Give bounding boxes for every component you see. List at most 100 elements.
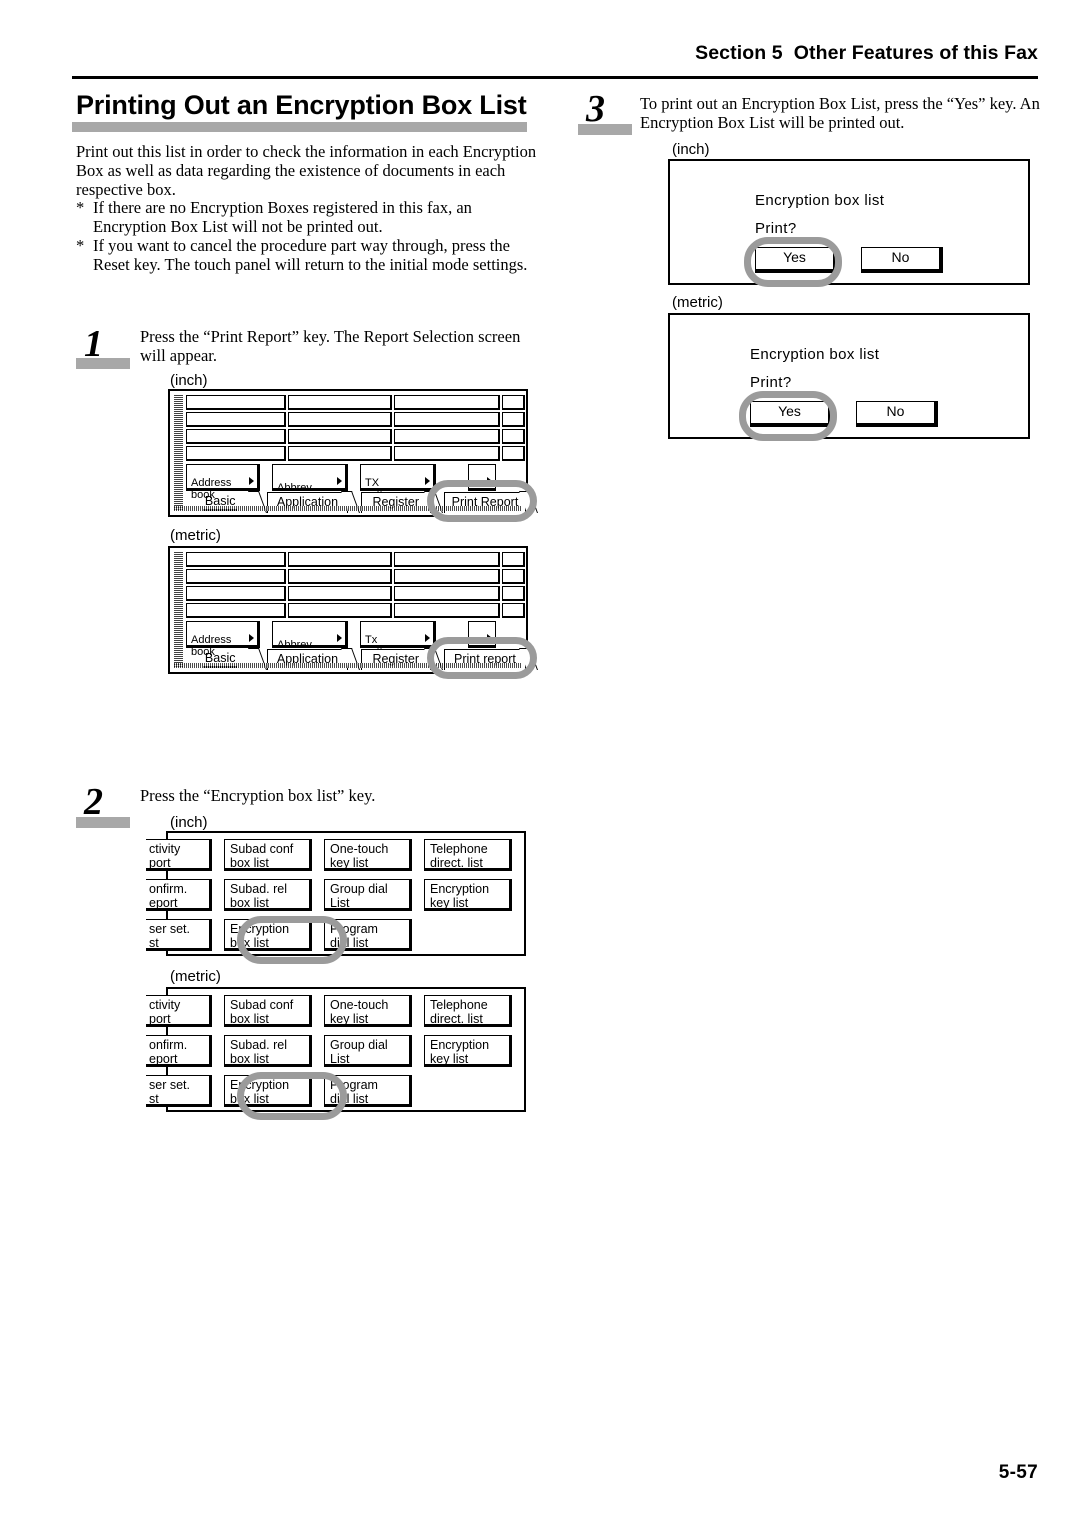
address-cell[interactable] [502,586,525,601]
address-cell[interactable] [288,429,392,444]
intro-block: Print out this list in order to check th… [76,142,538,275]
address-cell[interactable] [502,412,525,427]
telephone-direct-list-key[interactable]: Telephone direct. list [424,995,512,1027]
next-page-key[interactable] [468,464,496,491]
program-dial-list-key[interactable]: Program dial list [324,1075,412,1107]
function-key-row: Address book Abbrev. Tx setting ··· [186,621,530,658]
tx-setting-key[interactable]: TX setting [360,464,436,501]
confirm-dialog-metric[interactable]: Encryption box list Print? Yes No [668,313,1030,439]
address-cell[interactable] [288,446,392,461]
intro-bullet-1: * If there are no Encryption Boxes regis… [76,199,538,237]
address-cell[interactable] [288,552,392,567]
encryption-key-list-key[interactable]: Encryption key list [424,1035,512,1067]
address-cell[interactable] [394,569,500,584]
address-cell[interactable] [394,552,500,567]
address-cell[interactable] [288,586,392,601]
table-row [186,395,525,410]
user-set-list-key[interactable]: ser set. st [146,919,212,951]
step-1-inch-label: (inch) [170,372,208,389]
step-3-text: To print out an Encryption Box List, pre… [640,94,1040,132]
table-row [186,586,525,601]
address-cell[interactable] [502,395,525,410]
program-dial-list-key[interactable]: Program dial list [324,919,412,951]
table-row: ctivity port Subad conf box list One-tou… [146,995,512,1027]
address-cell[interactable] [502,569,525,584]
table-row [186,429,525,444]
next-page-key[interactable] [468,621,496,648]
address-cell[interactable] [502,552,525,567]
chevron-right-icon [425,477,430,485]
subad-conf-box-list-key[interactable]: Subad conf box list [224,995,312,1027]
report-selection-screen-inch[interactable]: ctivity port Subad conf box list One-tou… [146,831,526,956]
address-cell[interactable] [186,603,286,618]
confirm-dialog-inch[interactable]: Encryption box list Print? Yes No [668,159,1030,285]
address-cell[interactable] [288,395,392,410]
one-touch-key-list-key[interactable]: One-touch key list [324,839,412,871]
chevron-right-icon [487,634,492,642]
step-3-number: 3 [586,88,605,130]
step-3-metric-label: (metric) [672,294,723,311]
step-1-underline [76,358,130,369]
subad-rel-box-list-key[interactable]: Subad. rel box list [224,879,312,911]
address-cell[interactable] [502,446,525,461]
group-dial-list-key[interactable]: Group dial List [324,879,412,911]
bullet-marker: * [76,235,85,255]
report-key-grid: ctivity port Subad conf box list One-tou… [146,995,512,1107]
step-2-number: 2 [84,781,103,823]
encryption-box-list-key[interactable]: Encryption box list [224,919,312,951]
one-touch-key-list-key[interactable]: One-touch key list [324,995,412,1027]
subad-rel-box-list-key[interactable]: Subad. rel box list [224,1035,312,1067]
step-2-underline [76,817,130,828]
scrollbar-vertical[interactable] [174,552,183,668]
address-book-key[interactable]: Address book [186,621,260,658]
abbrev-key[interactable]: Abbrev. [272,464,348,494]
yes-button[interactable]: Yes [750,401,832,427]
address-cell[interactable] [394,429,500,444]
no-button[interactable]: No [856,401,938,427]
step-3-inch-label: (inch) [672,141,710,158]
dialog-list-name: Encryption box list [750,346,880,363]
address-cell[interactable] [186,586,286,601]
address-cell[interactable] [394,586,500,601]
section-header: Section 5 Other Features of this Fax [695,42,1038,64]
encryption-key-list-key[interactable]: Encryption key list [424,879,512,911]
address-cell[interactable] [186,552,286,567]
chevron-right-icon [249,477,254,485]
tx-setting-key[interactable]: Tx setting [360,621,436,658]
address-cell[interactable] [186,412,286,427]
address-cell[interactable] [186,446,286,461]
confirm-report-key[interactable]: onfirm. eport [146,879,212,911]
address-cell[interactable] [502,603,525,618]
activity-report-key[interactable]: ctivity port [146,839,212,871]
address-book-key[interactable]: Address book [186,464,260,501]
address-cell[interactable] [186,429,286,444]
function-key-row: Address book Abbrev. TX setting ··· [186,464,530,501]
report-selection-screen-metric[interactable]: ctivity port Subad conf box list One-tou… [146,987,526,1112]
address-cell[interactable] [288,569,392,584]
step-2-metric-label: (metric) [170,968,221,985]
intro-paragraph: Print out this list in order to check th… [76,142,537,199]
user-set-list-key[interactable]: ser set. st [146,1075,212,1107]
address-cell[interactable] [394,412,500,427]
basic-screen-metric[interactable]: Address book Abbrev. Tx setting ··· Basi… [168,546,539,674]
group-dial-list-key[interactable]: Group dial List [324,1035,412,1067]
encryption-box-list-key[interactable]: Encryption box list [224,1075,312,1107]
abbrev-key[interactable]: Abbrev. [272,621,348,651]
telephone-direct-list-key[interactable]: Telephone direct. list [424,839,512,871]
confirm-report-key[interactable]: onfirm. eport [146,1035,212,1067]
activity-report-key[interactable]: ctivity port [146,995,212,1027]
address-cell[interactable] [288,412,392,427]
address-cell[interactable] [186,569,286,584]
step-2-text: Press the “Encryption box list” key. [140,786,376,805]
no-button[interactable]: No [861,247,943,273]
address-cell[interactable] [394,395,500,410]
basic-screen-inch[interactable]: Address book Abbrev. TX setting ··· Basi… [168,389,539,517]
address-cell[interactable] [502,429,525,444]
subad-conf-box-list-key[interactable]: Subad conf box list [224,839,312,871]
address-cell[interactable] [288,603,392,618]
scrollbar-vertical[interactable] [174,395,183,511]
address-cell[interactable] [186,395,286,410]
address-cell[interactable] [394,603,500,618]
address-cell[interactable] [394,446,500,461]
yes-button[interactable]: Yes [755,247,837,273]
